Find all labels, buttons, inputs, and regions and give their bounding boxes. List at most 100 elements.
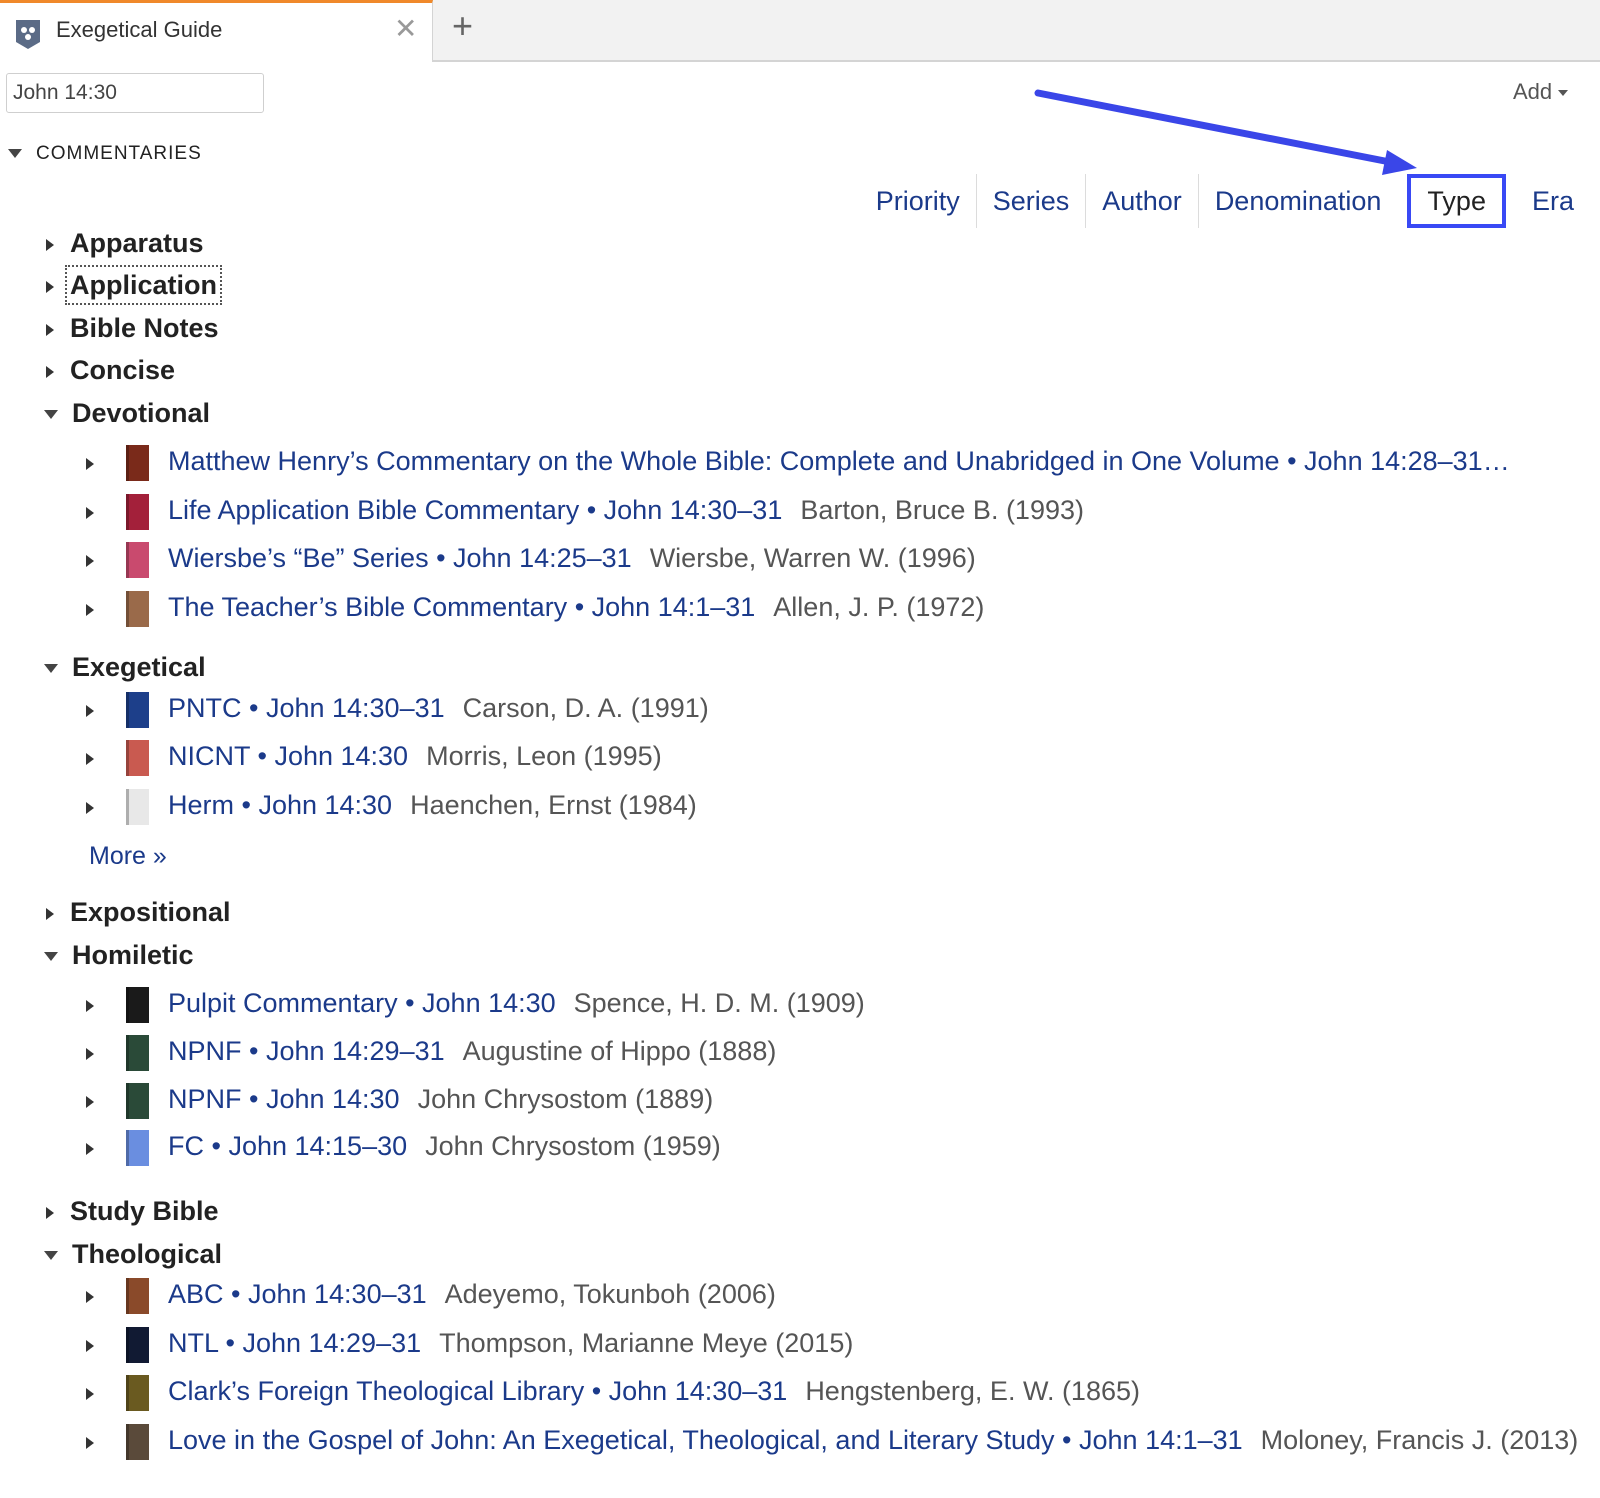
expand-triangle-icon[interactable] — [86, 458, 94, 470]
collapse-triangle-icon[interactable] — [44, 410, 58, 420]
book-cover-icon — [126, 542, 149, 578]
category-application[interactable]: Application — [44, 265, 222, 305]
resource-text: NPNF • John 14:29–31 Augustine of Hippo (… — [168, 1036, 776, 1067]
category-theological[interactable]: Theological — [44, 1239, 222, 1270]
book-cover-icon — [126, 1278, 149, 1314]
resource-title-link[interactable]: The Teacher’s Bible Commentary • John 14… — [168, 592, 755, 622]
resource-text: Pulpit Commentary • John 14:30 Spence, H.… — [168, 988, 865, 1019]
sort-tab-author[interactable]: Author — [1085, 174, 1198, 228]
resource-author: Morris, Leon (1995) — [426, 741, 662, 771]
resource-title-link[interactable]: Matthew Henry’s Commentary on the Whole … — [168, 446, 1510, 476]
expand-triangle-icon[interactable] — [46, 323, 54, 336]
expand-triangle-icon[interactable] — [86, 1388, 94, 1400]
expand-triangle-icon[interactable] — [86, 802, 94, 814]
resource-title-link[interactable]: PNTC • John 14:30–31 — [168, 693, 445, 723]
book-cover-icon — [126, 1035, 149, 1071]
book-cover-icon — [126, 789, 149, 825]
expand-triangle-icon[interactable] — [86, 1291, 94, 1303]
sort-tab-series[interactable]: Series — [975, 174, 1086, 228]
book-cover-icon — [126, 1327, 149, 1363]
resource-text: FC • John 14:15–30 John Chrysostom (1959) — [168, 1131, 721, 1162]
resource-title-link[interactable]: ABC • John 14:30–31 — [168, 1279, 427, 1309]
resource-text: Love in the Gospel of John: An Exegetica… — [168, 1425, 1578, 1456]
category-label: Study Bible — [70, 1196, 219, 1226]
expand-triangle-icon[interactable] — [46, 280, 54, 293]
sort-tabs: Priority Series Author Denomination Type Era — [860, 174, 1590, 228]
resource-title-link[interactable]: NICNT • John 14:30 — [168, 741, 408, 771]
expand-triangle-icon[interactable] — [46, 365, 54, 378]
resource-text: NPNF • John 14:30 John Chrysostom (1889) — [168, 1084, 713, 1115]
expand-triangle-icon[interactable] — [86, 1096, 94, 1108]
category-label: Application — [65, 265, 222, 305]
resource-author: Wiersbe, Warren W. (1996) — [649, 543, 976, 573]
section-header-commentaries[interactable]: COMMENTARIES — [8, 143, 202, 165]
resource-title-link[interactable]: Love in the Gospel of John: An Exegetica… — [168, 1425, 1243, 1455]
category-label: Apparatus — [70, 228, 204, 258]
expand-triangle-icon[interactable] — [86, 1340, 94, 1352]
resource-title-link[interactable]: Life Application Bible Commentary • John… — [168, 495, 782, 525]
tab-title: Exegetical Guide — [56, 17, 223, 42]
sort-tab-type[interactable]: Type — [1407, 174, 1506, 228]
new-tab-button[interactable]: + — [452, 8, 473, 44]
book-cover-icon — [126, 1424, 149, 1460]
exegetical-guide-icon — [16, 20, 40, 49]
category-exegetical[interactable]: Exegetical — [44, 652, 206, 683]
expand-triangle-icon[interactable] — [86, 555, 94, 567]
resource-title-link[interactable]: FC • John 14:15–30 — [168, 1131, 407, 1161]
resource-title-link[interactable]: NTL • John 14:29–31 — [168, 1328, 421, 1358]
add-menu-button[interactable]: Add — [1513, 79, 1569, 105]
expand-triangle-icon[interactable] — [86, 1437, 94, 1449]
resource-text: NICNT • John 14:30 Morris, Leon (1995) — [168, 741, 662, 772]
resource-title-link[interactable]: NPNF • John 14:29–31 — [168, 1036, 445, 1066]
expand-triangle-icon[interactable] — [46, 1206, 54, 1219]
resource-title-link[interactable]: Clark’s Foreign Theological Library • Jo… — [168, 1376, 787, 1406]
resource-author: Moloney, Francis J. (2013) — [1260, 1425, 1579, 1455]
sort-tab-priority[interactable]: Priority — [860, 174, 976, 228]
chevron-down-icon — [1558, 90, 1569, 97]
expand-triangle-icon[interactable] — [86, 604, 94, 616]
category-concise[interactable]: Concise — [44, 355, 175, 386]
category-apparatus[interactable]: Apparatus — [44, 228, 204, 259]
category-expositional[interactable]: Expositional — [44, 897, 231, 928]
category-devotional[interactable]: Devotional — [44, 398, 210, 429]
resource-text: PNTC • John 14:30–31 Carson, D. A. (1991) — [168, 693, 709, 724]
resource-author: Barton, Bruce B. (1993) — [800, 495, 1084, 525]
expand-triangle-icon[interactable] — [46, 238, 54, 251]
reference-input[interactable] — [6, 73, 264, 113]
resource-title-link[interactable]: NPNF • John 14:30 — [168, 1084, 400, 1114]
category-label: Expositional — [70, 897, 231, 927]
collapse-triangle-icon[interactable] — [44, 1251, 58, 1261]
category-homiletic[interactable]: Homiletic — [44, 940, 194, 971]
close-icon[interactable]: ✕ — [394, 15, 417, 43]
book-cover-icon — [126, 1375, 149, 1411]
sort-tab-denomination[interactable]: Denomination — [1197, 174, 1398, 228]
category-label: Bible Notes — [70, 313, 219, 343]
category-label: Exegetical — [72, 652, 206, 682]
tab-strip: Exegetical Guide ✕ + — [0, 0, 1600, 62]
expand-triangle-icon[interactable] — [86, 1048, 94, 1060]
resource-text: Herm • John 14:30 Haenchen, Ernst (1984) — [168, 790, 697, 821]
resource-text: Life Application Bible Commentary • John… — [168, 495, 1084, 526]
more-link[interactable]: More » — [89, 842, 167, 871]
sort-tab-era[interactable]: Era — [1516, 174, 1590, 228]
expand-triangle-icon[interactable] — [86, 705, 94, 717]
resource-text: ABC • John 14:30–31 Adeyemo, Tokunboh (20… — [168, 1279, 776, 1310]
expand-triangle-icon[interactable] — [86, 507, 94, 519]
tab-exegetical-guide[interactable]: Exegetical Guide ✕ — [0, 0, 433, 62]
resource-text: Clark’s Foreign Theological Library • Jo… — [168, 1376, 1140, 1407]
category-bible-notes[interactable]: Bible Notes — [44, 313, 219, 344]
collapse-triangle-icon[interactable] — [44, 952, 58, 962]
category-label: Concise — [70, 355, 176, 385]
resource-title-link[interactable]: Wiersbe’s “Be” Series • John 14:25–31 — [168, 543, 632, 573]
collapse-triangle-icon[interactable] — [44, 664, 58, 674]
resource-title-link[interactable]: Pulpit Commentary • John 14:30 — [168, 988, 556, 1018]
book-cover-icon — [126, 1130, 149, 1166]
category-study-bible[interactable]: Study Bible — [44, 1196, 219, 1227]
expand-triangle-icon[interactable] — [86, 1000, 94, 1012]
book-cover-icon — [126, 494, 149, 530]
expand-triangle-icon[interactable] — [86, 753, 94, 765]
expand-triangle-icon[interactable] — [86, 1143, 94, 1155]
resource-title-link[interactable]: Herm • John 14:30 — [168, 790, 392, 820]
expand-triangle-icon[interactable] — [46, 907, 54, 920]
resource-author: Augustine of Hippo (1888) — [462, 1036, 777, 1066]
